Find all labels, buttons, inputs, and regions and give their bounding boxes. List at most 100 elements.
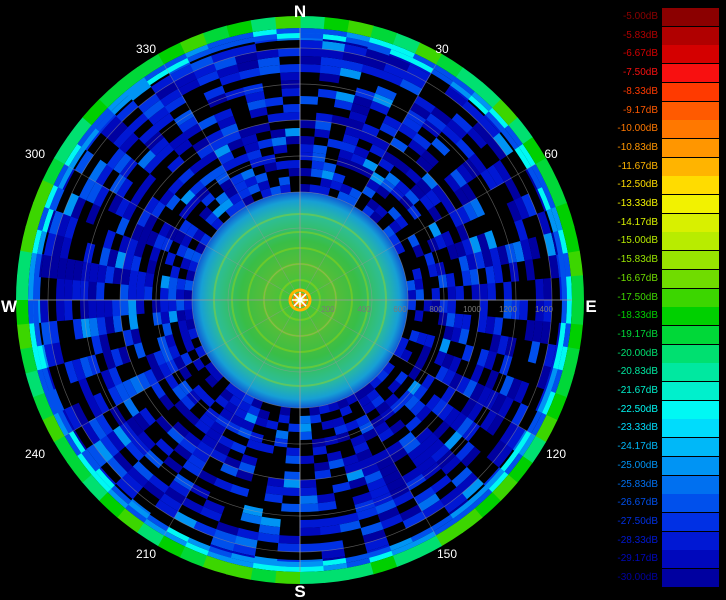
legend-item: -25.00dB: [606, 456, 720, 475]
heatmap-cell: [15, 274, 30, 300]
legend-item: -12.50dB: [606, 176, 720, 195]
legend-label: -27.50dB: [617, 515, 658, 527]
heatmap-cell: [299, 519, 320, 529]
legend-swatch: [662, 307, 719, 326]
legend-swatch: [662, 82, 719, 101]
legend-item: -28.33dB: [606, 531, 720, 550]
heatmap-cell: [176, 278, 186, 290]
heatmap-cell: [300, 184, 311, 193]
heatmap-cell: [55, 299, 65, 322]
legend-item: -15.83dB: [606, 251, 720, 270]
legend-item: -15.00dB: [606, 232, 720, 251]
legend-swatch: [662, 8, 719, 26]
heatmap-cell: [311, 160, 325, 171]
legend-item: -25.83dB: [606, 475, 720, 494]
heatmap-cell: [128, 284, 137, 300]
heatmap-cell: [87, 281, 97, 300]
heatmap-cell: [278, 414, 290, 424]
bearing-30: 30: [435, 42, 449, 56]
legend-swatch: [662, 475, 719, 494]
legend-swatch: [662, 157, 719, 176]
heatmap-cell: [447, 300, 457, 314]
legend-label: -23.33dB: [617, 422, 658, 434]
heatmap-cell: [282, 103, 301, 113]
range-label: 200: [321, 305, 335, 314]
heatmap-cell: [95, 281, 105, 300]
heatmap-cell: [415, 289, 424, 301]
legend-label: -6.67dB: [622, 48, 658, 60]
heatmap-cell: [310, 168, 324, 178]
heatmap-cell: [278, 535, 300, 544]
heatmap-cell: [479, 283, 489, 301]
heatmap-cell: [503, 281, 513, 301]
legend-swatch: [662, 195, 719, 213]
heatmap-cell: [56, 278, 65, 300]
heatmap-cell: [278, 47, 301, 57]
heatmap-cell: [63, 299, 73, 321]
legend-item: -10.00dB: [606, 120, 720, 139]
heatmap-cell: [279, 63, 301, 73]
legend-item: -29.17dB: [606, 550, 720, 569]
heatmap-cell: [71, 279, 81, 300]
heatmap-cell: [275, 429, 289, 440]
polar-heatmap[interactable]: 200 400 600 800 1000 1200 1400 N S E W 30 60 1…: [0, 0, 600, 600]
heatmap-cell: [280, 71, 301, 81]
legend-swatch: [662, 550, 719, 569]
heatmap-cell: [487, 282, 497, 301]
legend-item: -13.33dB: [606, 195, 720, 213]
heatmap-cell: [136, 285, 145, 300]
heatmap-cell: [281, 503, 300, 513]
heatmap-cell: [167, 288, 177, 300]
heatmap-cell: [455, 285, 465, 301]
legend-swatch: [662, 325, 719, 344]
legend-label: -30.00dB: [617, 572, 658, 583]
heatmap-cell: [300, 119, 316, 129]
legend-swatch: [662, 64, 719, 83]
heatmap-cell: [407, 289, 417, 301]
heatmap-cell: [281, 87, 301, 97]
legend-swatch: [662, 419, 719, 438]
heatmap-cell: [287, 159, 301, 169]
heatmap-cell: [535, 278, 545, 301]
heatmap-cell: [414, 278, 424, 291]
legend-swatch: [662, 288, 719, 307]
heatmap-cell: [288, 423, 300, 433]
legend-item: -23.33dB: [606, 419, 720, 438]
legend-item: -20.00dB: [606, 344, 720, 363]
legend-item: -9.17dB: [606, 101, 720, 120]
range-label: 400: [357, 305, 371, 314]
compass-north: N: [294, 2, 306, 21]
legend-item: -7.50dB: [606, 64, 720, 83]
heatmap-cell: [135, 299, 145, 315]
legend-swatch: [662, 512, 719, 531]
legend-item: -21.67dB: [606, 382, 720, 400]
legend-label: -12.50dB: [617, 179, 658, 191]
heatmap-cell: [275, 160, 289, 170]
legend-label: -9.17dB: [622, 104, 658, 116]
legend-swatch: [662, 101, 719, 120]
heatmap-cell: [103, 299, 113, 318]
heatmap-cell: [283, 111, 301, 121]
range-label: 600: [393, 305, 407, 314]
heatmap-cell: [282, 487, 300, 496]
legend-item: -10.83dB: [606, 138, 720, 157]
heatmap-cell: [299, 415, 311, 424]
heatmap-cell: [285, 128, 301, 137]
legend-swatch: [662, 138, 719, 157]
heatmap-cell: [299, 455, 315, 465]
center-marker: [288, 288, 312, 312]
legend-swatch: [662, 531, 719, 550]
heatmap-cell: [277, 543, 300, 552]
bearing-150: 150: [437, 547, 457, 561]
heatmap-cell: [431, 287, 441, 301]
heatmap-cell: [299, 423, 312, 433]
heatmap-cell: [309, 414, 322, 424]
compass-east: E: [585, 297, 596, 316]
bearing-300: 300: [25, 147, 45, 161]
heatmap-cell: [299, 527, 321, 537]
heatmap-cell: [283, 479, 300, 489]
range-label: 800: [429, 305, 443, 314]
heatmap-cell: [159, 299, 169, 313]
heatmap-cell: [447, 286, 457, 301]
legend-label: -14.17dB: [617, 216, 658, 228]
